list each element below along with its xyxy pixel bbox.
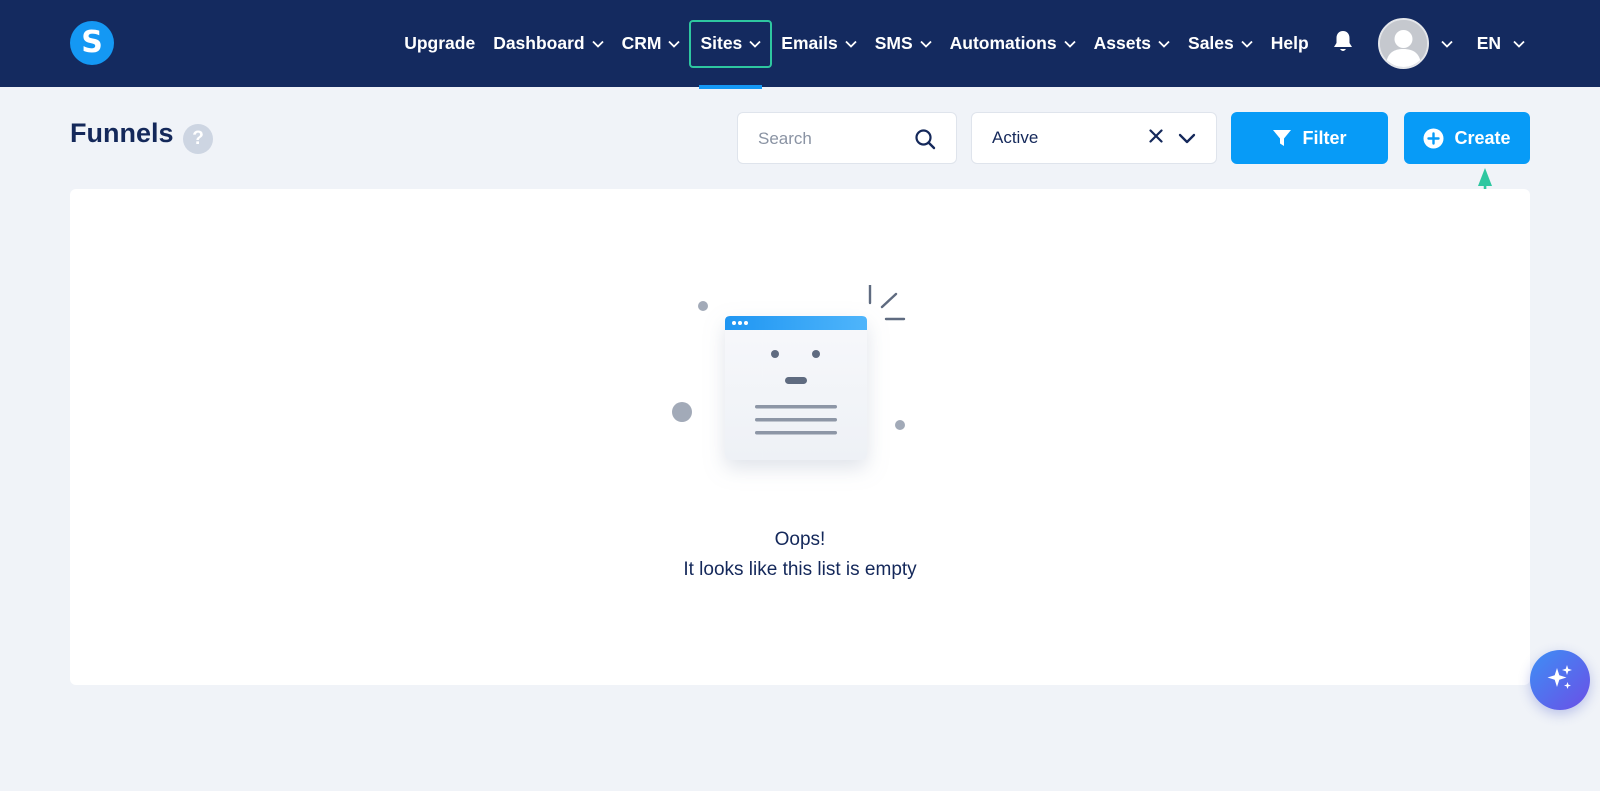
top-navigation: S Upgrade Dashboard CRM Sites Emails SMS…: [0, 0, 1600, 89]
nav-item-label: Sites: [700, 33, 743, 53]
close-icon[interactable]: [1149, 129, 1163, 148]
chevron-down-icon[interactable]: [1178, 131, 1196, 149]
chevron-down-icon: [749, 40, 761, 48]
nav-item-label: SMS: [874, 33, 913, 53]
nav-item-sms[interactable]: SMS: [866, 20, 941, 68]
nav-item-crm[interactable]: CRM: [613, 20, 690, 68]
bell-icon: [1332, 29, 1354, 58]
nav-item-label: Upgrade: [404, 33, 476, 53]
empty-list-illustration: [672, 285, 906, 460]
ai-assistant-button[interactable]: [1530, 650, 1590, 710]
avatar: [1377, 18, 1429, 69]
funnel-icon: [1272, 128, 1292, 148]
chevron-down-icon: [920, 40, 932, 48]
filter-button[interactable]: Filter: [1231, 112, 1388, 164]
nav-item-assets[interactable]: Assets: [1085, 20, 1179, 68]
nav-item-upgrade[interactable]: Upgrade: [395, 20, 484, 68]
logo-letter: S: [81, 25, 103, 60]
nav-item-sales[interactable]: Sales: [1179, 20, 1262, 68]
create-button[interactable]: Create: [1404, 112, 1530, 164]
chevron-down-icon: [591, 40, 604, 48]
sparkles-icon: [1545, 663, 1575, 698]
search-field[interactable]: [737, 112, 957, 164]
chevron-down-icon: [1241, 40, 1253, 48]
funnels-list-panel: Oops! It looks like this list is empty: [70, 189, 1530, 685]
empty-state-title: Oops!: [774, 529, 826, 550]
chevron-down-icon: [1063, 40, 1076, 48]
nav-item-emails[interactable]: Emails: [772, 20, 865, 68]
logo[interactable]: S: [70, 21, 114, 65]
nav-item-help[interactable]: Help: [1262, 20, 1318, 68]
language-label: EN: [1476, 33, 1501, 53]
page-title: Funnels: [70, 118, 174, 148]
nav-item-dashboard[interactable]: Dashboard: [484, 20, 612, 68]
nav-item-label: Dashboard: [493, 33, 585, 53]
nav-item-automations[interactable]: Automations: [941, 20, 1085, 68]
nav-item-label: Automations: [949, 33, 1057, 53]
nav-item-label: Sales: [1188, 33, 1234, 53]
nav-menu: Upgrade Dashboard CRM Sites Emails SMS A…: [395, 0, 1534, 89]
search-icon[interactable]: [914, 128, 936, 155]
search-input[interactable]: [758, 127, 908, 151]
nav-item-sites[interactable]: Sites: [689, 19, 773, 89]
chevron-down-icon: [668, 40, 681, 48]
nav-item-label: Assets: [1093, 33, 1152, 53]
nav-item-label: Emails: [781, 33, 838, 53]
notifications-button[interactable]: [1318, 20, 1368, 68]
chevron-down-icon: [1441, 40, 1453, 48]
user-menu[interactable]: [1368, 18, 1463, 69]
filter-button-label: Filter: [1302, 127, 1347, 148]
help-icon[interactable]: ?: [183, 124, 213, 154]
language-selector[interactable]: EN: [1463, 20, 1534, 68]
nav-item-label: CRM: [621, 33, 662, 53]
status-select-value: Active: [992, 128, 1039, 147]
chevron-down-icon: [1158, 40, 1170, 48]
empty-state-message: It looks like this list is empty: [683, 559, 917, 580]
create-button-label: Create: [1454, 127, 1511, 148]
plus-circle-icon: [1423, 128, 1444, 149]
chevron-down-icon: [1513, 40, 1525, 48]
nav-item-label: Help: [1270, 33, 1309, 53]
chevron-down-icon: [845, 40, 857, 48]
